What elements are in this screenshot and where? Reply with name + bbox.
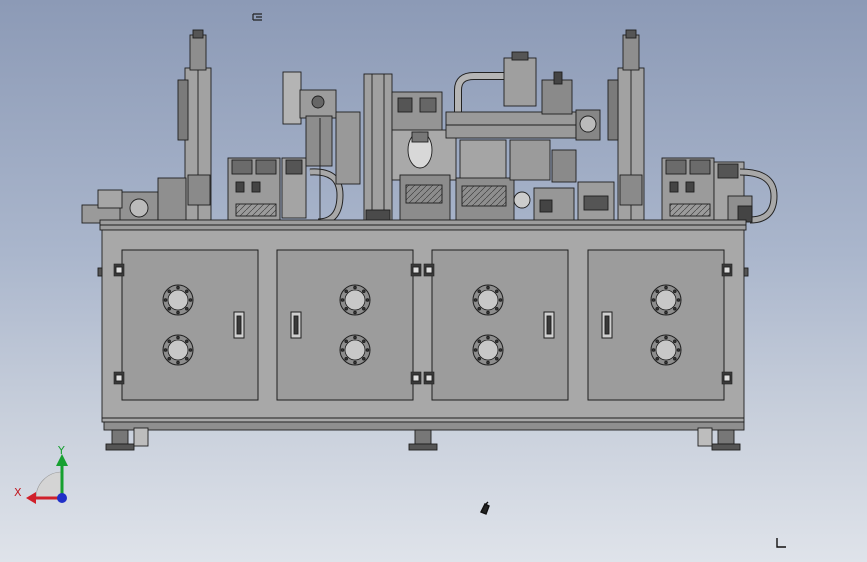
leveling-feet — [103, 421, 745, 451]
door-handle[interactable] — [543, 311, 555, 339]
ventilation-port-icon — [162, 284, 194, 316]
upper-equipment — [81, 29, 778, 226]
door-hinge — [410, 371, 422, 385]
ventilation-port-icon — [650, 334, 682, 366]
ventilation-port-icon — [472, 334, 504, 366]
machine-model[interactable] — [81, 29, 778, 451]
top-marker-icon — [252, 13, 262, 21]
y-axis-label: Y — [57, 444, 65, 457]
view-orientation-icon[interactable]: X Y — [14, 444, 68, 504]
door-hinge — [423, 263, 435, 277]
ventilation-port-icon — [339, 334, 371, 366]
ventilation-port-icon — [339, 284, 371, 316]
cad-viewport[interactable]: X Y — [0, 0, 867, 562]
door-handle[interactable] — [233, 311, 245, 339]
ventilation-port-icon — [162, 334, 194, 366]
door-hinge — [423, 371, 435, 385]
door-hinge — [721, 371, 733, 385]
cabinet-door[interactable] — [113, 249, 259, 401]
foot-right — [697, 427, 741, 451]
door-hinge — [410, 263, 422, 277]
cabinet-door[interactable] — [423, 249, 569, 401]
door-hinge — [113, 263, 125, 277]
foot-left — [105, 427, 149, 451]
door-handle[interactable] — [290, 311, 302, 339]
ventilation-port-icon — [650, 284, 682, 316]
corner-mark-icon — [776, 538, 786, 548]
cursor-glyph-icon — [480, 501, 490, 515]
door-hinge — [721, 263, 733, 277]
foot-center — [408, 429, 438, 451]
door-handle[interactable] — [601, 311, 613, 339]
cabinet-door[interactable] — [587, 249, 733, 401]
door-hinge — [113, 371, 125, 385]
ventilation-port-icon — [472, 284, 504, 316]
cabinet-door[interactable] — [276, 249, 422, 401]
x-axis-label: X — [14, 486, 22, 499]
